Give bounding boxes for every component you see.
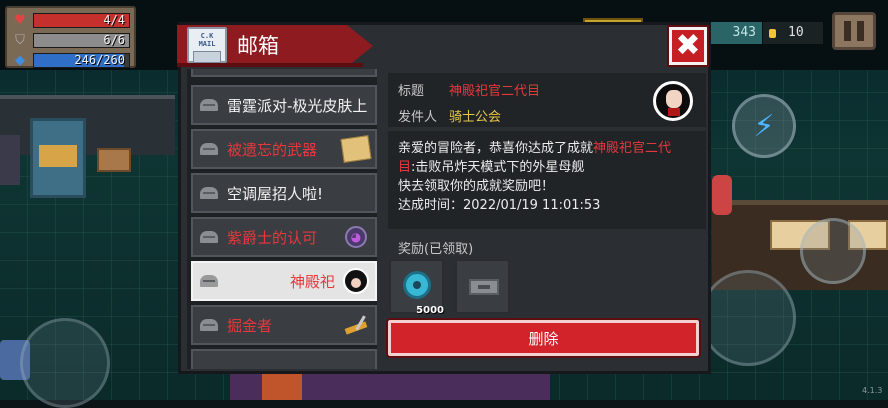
vending-machine <box>30 118 86 198</box>
energy-crystal-icon: ◆ <box>15 52 25 68</box>
hp-value: 4/4 <box>103 12 125 27</box>
mail-list-item[interactable]: 空调屋招人啦! <box>191 173 377 213</box>
reward-slot[interactable] <box>455 259 510 314</box>
dialog-title: 邮箱 <box>237 34 279 58</box>
gem-icon <box>403 271 431 299</box>
sender-label: 发件人 <box>398 110 438 125</box>
reward-count: 5000 <box>416 305 444 316</box>
energy-value: 246/260 <box>74 52 125 67</box>
armor-bar: 6/6 <box>33 32 130 48</box>
mail-subject: 被遗忘的武器 <box>227 140 318 159</box>
movement-joystick[interactable] <box>20 318 110 408</box>
mail-list-item[interactable]: 雷霆派对-极光皮肤上 <box>191 85 377 125</box>
armor-value: 6/6 <box>103 32 125 47</box>
mail-subject: 空调屋招人啦! <box>227 184 324 203</box>
stone-ledge <box>0 95 175 155</box>
energy-row: ◆ 246/260 <box>11 51 130 69</box>
achievement-time: 达成时间：2022/01/19 11:01:53 <box>398 198 601 213</box>
mail-list-item[interactable] <box>191 349 377 369</box>
weapon-switch-button[interactable] <box>800 218 866 284</box>
subject-value: 神殿祀官二代目 <box>449 84 541 99</box>
close-icon: ✖ <box>675 28 701 63</box>
pause-icon <box>844 21 851 41</box>
pause-icon <box>857 21 864 41</box>
coin-counter: 10 <box>763 22 823 44</box>
energy-bar: 246/260 <box>33 52 130 68</box>
mail-list-item-selected[interactable]: 神殿祀 <box>191 261 377 301</box>
hp-bar: 4/4 <box>33 12 130 28</box>
mail-subject: 神殿祀 <box>289 272 335 291</box>
delete-label: 删除 <box>528 329 559 348</box>
mail-subject: 掘金者 <box>227 316 273 335</box>
mail-subject: 雷霆派对-极光皮肤上 <box>227 96 368 115</box>
coin-icon <box>769 28 776 38</box>
envelope-icon <box>200 231 218 243</box>
mail-list[interactable]: 雷霆派对-极光皮肤上 被遗忘的武器 空调屋招人啦! 紫爵士的认可 ◕ 神殿祀 掘… <box>187 69 377 369</box>
mail-body-line: 快去领取你的成就奖励吧！ <box>398 179 555 194</box>
player-character <box>0 135 20 185</box>
version-label: 4.1.3 <box>862 386 883 395</box>
close-button[interactable]: ✖ <box>667 25 709 67</box>
envelope-icon <box>200 99 218 111</box>
sender-value: 骑士公会 <box>449 110 502 125</box>
hp-row: ♥ 4/4 <box>11 11 130 29</box>
pause-button[interactable] <box>832 12 876 50</box>
npc-figure <box>262 372 302 400</box>
achievement-name: 目 <box>398 160 412 175</box>
envelope-icon <box>193 51 221 63</box>
wooden-crate <box>97 148 131 172</box>
mail-subject: 紫爵士的认可 <box>227 228 318 247</box>
mail-body: 亲爱的冒险者，恭喜你达成了成就神殿祀官二代 目:击败吊炸天模式下的外星母舰 快去… <box>388 131 706 229</box>
mail-list-item[interactable] <box>191 69 377 77</box>
envelope-icon <box>200 143 218 155</box>
scroll-icon <box>340 134 372 164</box>
mail-list-item[interactable]: 掘金者 <box>191 305 377 345</box>
envelope-icon <box>200 319 218 331</box>
armor-row: ⛉ 6/6 <box>11 31 130 49</box>
skill-button[interactable]: ⚡ <box>732 94 796 158</box>
body-text: 亲爱的冒险者，恭喜你达成了成就 <box>398 141 594 156</box>
banner-shadow <box>177 63 363 67</box>
mail-body-line: 目:击败吊炸天模式下的外星母舰 <box>398 158 696 177</box>
red-jar <box>712 175 732 215</box>
heart-icon: ♥ <box>14 12 26 28</box>
delete-button[interactable]: 删除 <box>386 318 701 358</box>
reward-label: 奖励(已领取) <box>398 242 474 257</box>
attack-button[interactable] <box>700 270 796 366</box>
reward-slot[interactable]: 5000 <box>389 259 444 316</box>
mail-list-item[interactable]: 被遗忘的武器 <box>191 129 377 169</box>
mailbox-dialog: C.K MAIL 邮箱 ✖ 雷霆派对-极光皮肤上 被遗忘的武器 空调屋招人啦! … <box>177 22 711 374</box>
body-text: :击败吊炸天模式下的外星母舰 <box>411 160 585 175</box>
player-stats-panel: ♥ 4/4 ⛉ 6/6 ◆ 246/260 <box>5 6 136 68</box>
lightning-icon: ⚡ <box>753 108 775 144</box>
ticket-icon <box>469 279 499 295</box>
shield-icon: ⛉ <box>15 32 25 48</box>
achievement-name: 神殿祀官二代 <box>593 141 672 156</box>
mail-list-item[interactable]: 紫爵士的认可 ◕ <box>191 217 377 257</box>
mail-logo-text: C.K MAIL <box>198 32 216 48</box>
subject-label: 标题 <box>398 84 425 99</box>
sender-avatar <box>653 81 693 121</box>
mail-logo-icon: C.K MAIL <box>187 27 227 63</box>
mail-body-line: 亲爱的冒险者，恭喜你达成了成就神殿祀官二代 <box>398 139 696 158</box>
envelope-icon <box>200 275 218 287</box>
gem-counter: 343 <box>710 22 762 44</box>
coin-value: 10 <box>788 25 804 40</box>
title-banner: C.K MAIL 邮箱 <box>177 25 373 67</box>
envelope-icon <box>200 187 218 199</box>
avatar-icon <box>341 266 371 296</box>
shovel-icon <box>341 310 371 340</box>
mask-icon: ◕ <box>341 222 371 252</box>
